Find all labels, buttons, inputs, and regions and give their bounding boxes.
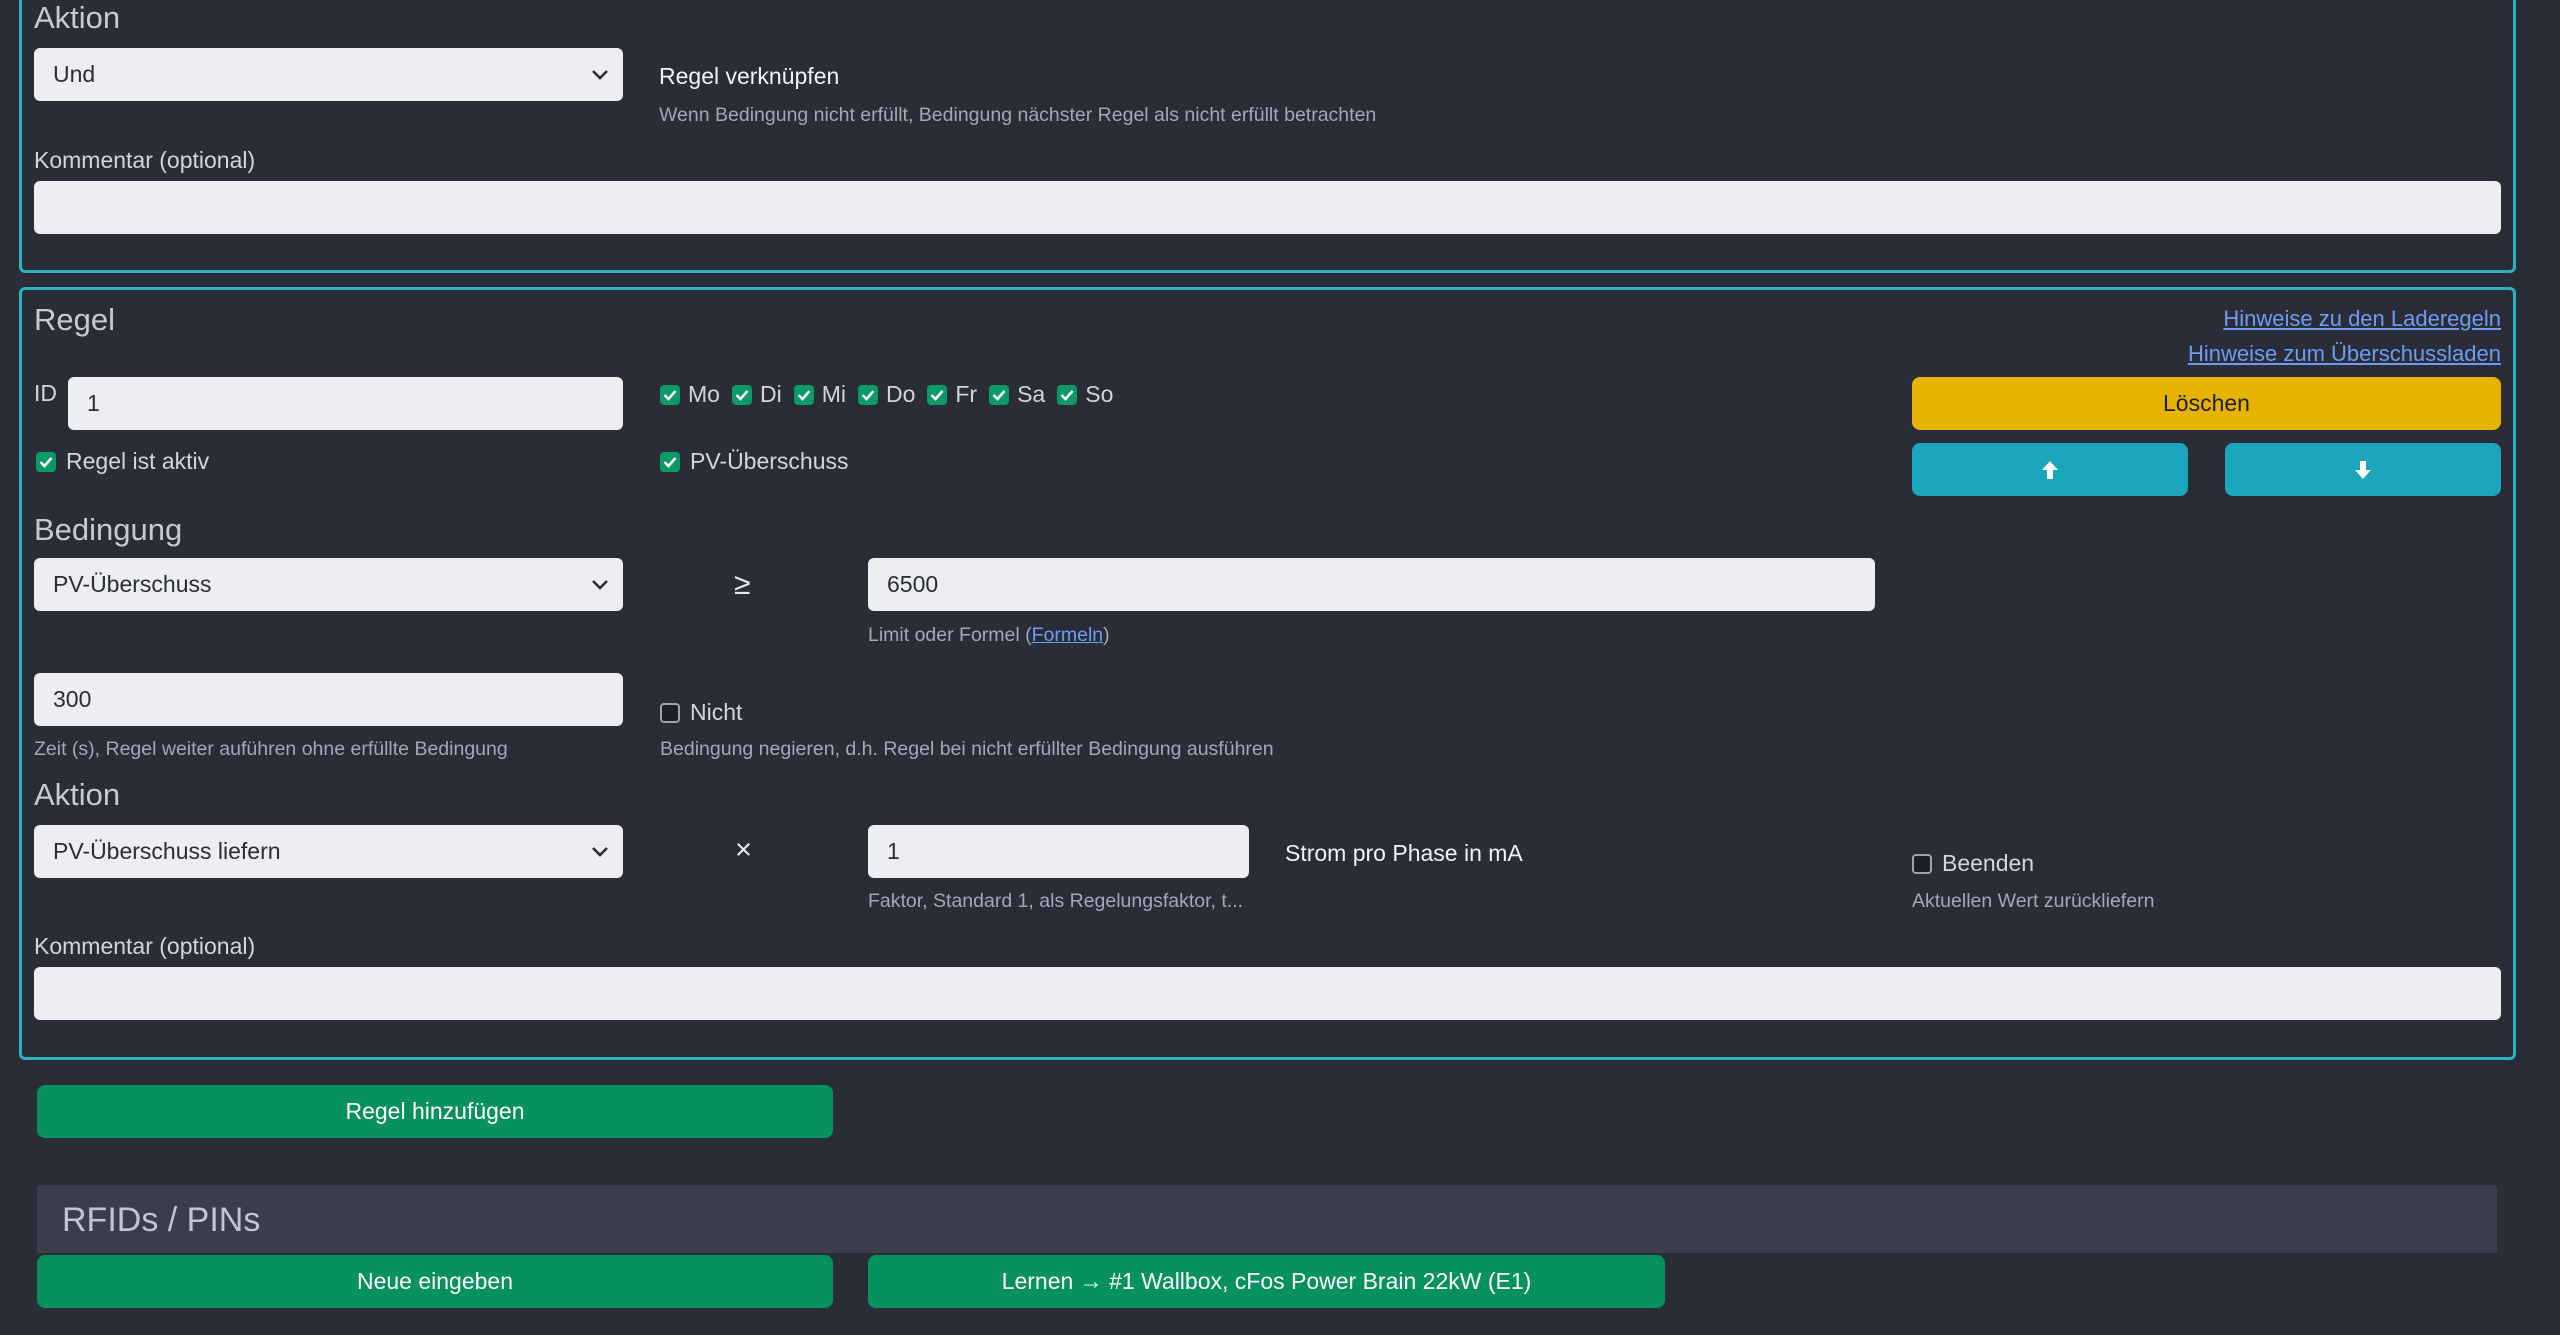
chevron-down-icon [592, 579, 608, 590]
weekday-checkboxes: Mo Di Mi Do Fr Sa So [660, 381, 1125, 408]
not-hint: Bedingung negieren, d.h. Regel bei nicht… [660, 738, 1274, 760]
checkbox-unchecked-icon[interactable] [1912, 853, 1932, 874]
weekday-fr[interactable]: Fr [927, 381, 977, 408]
checkbox-checked-icon[interactable] [36, 451, 56, 472]
condition-select-value: PV-Überschuss [53, 571, 212, 597]
link-operator-select[interactable]: Und [34, 48, 623, 101]
limit-input[interactable]: 6500 [868, 558, 1875, 611]
top-comment-label: Kommentar (optional) [34, 147, 256, 173]
weekday-so[interactable]: So [1057, 381, 1113, 408]
checkbox-checked-icon[interactable] [927, 384, 948, 405]
add-rule-button[interactable]: Regel hinzufügen [37, 1085, 833, 1138]
enter-new-button[interactable]: Neue eingeben [37, 1255, 833, 1308]
rule-id-input[interactable]: 1 [68, 377, 623, 430]
rule-heading: Regel [34, 302, 115, 337]
end-checkbox[interactable]: Beenden [1912, 850, 2034, 877]
checkbox-checked-icon[interactable] [660, 451, 680, 472]
not-checkbox[interactable]: Nicht [660, 699, 742, 726]
checkbox-checked-icon[interactable] [731, 384, 752, 405]
weekday-di[interactable]: Di [731, 381, 782, 408]
limit-hint: Limit oder Formel (Formeln) [868, 624, 1110, 646]
checkbox-unchecked-icon[interactable] [660, 702, 680, 723]
rule-comment-label: Kommentar (optional) [34, 933, 256, 959]
rule-active-checkbox[interactable]: Regel ist aktiv [36, 448, 209, 475]
action-select[interactable]: PV-Überschuss liefern [34, 825, 623, 878]
top-comment-input[interactable] [34, 181, 2501, 234]
time-value: 300 [53, 686, 92, 712]
factor-hint: Faktor, Standard 1, als Regelungsfaktor,… [868, 890, 1244, 912]
weekday-mo[interactable]: Mo [660, 381, 720, 408]
link-rule-hint: Wenn Bedingung nicht erfüllt, Bedingung … [659, 104, 1377, 126]
weekday-sa[interactable]: Sa [989, 381, 1045, 408]
arrow-up-icon [2042, 460, 2058, 479]
limit-value: 6500 [887, 571, 939, 597]
action-operator: × [735, 834, 752, 866]
help-link-charging-rules[interactable]: Hinweise zu den Laderegeln [2223, 306, 2501, 332]
end-hint: Aktuellen Wert zurückliefern [1912, 890, 2155, 912]
action-heading: Aktion [34, 777, 121, 812]
rfid-header-bar [37, 1185, 2497, 1253]
id-label: ID [34, 380, 57, 406]
condition-heading: Bedingung [34, 512, 183, 547]
formulas-link[interactable]: Formeln [1032, 624, 1104, 646]
move-down-button[interactable] [2225, 443, 2501, 496]
top-action-heading: Aktion [34, 0, 121, 35]
unit-label: Strom pro Phase in mA [1285, 840, 1523, 866]
move-up-button[interactable] [1912, 443, 2188, 496]
factor-value: 1 [887, 838, 900, 864]
time-input[interactable]: 300 [34, 673, 623, 726]
chevron-down-icon [592, 69, 608, 80]
delete-button[interactable]: Löschen [1912, 377, 2501, 430]
weekday-do[interactable]: Do [857, 381, 915, 408]
rule-id-value: 1 [87, 390, 100, 416]
checkbox-checked-icon[interactable] [989, 384, 1010, 405]
condition-select[interactable]: PV-Überschuss [34, 558, 623, 611]
pv-surplus-checkbox[interactable]: PV-Überschuss [660, 448, 849, 475]
arrow-down-icon [2355, 460, 2371, 479]
link-operator-value: Und [53, 61, 96, 87]
rule-comment-input[interactable] [34, 967, 2501, 1020]
weekday-mi[interactable]: Mi [793, 381, 846, 408]
rfid-heading: RFIDs / PINs [62, 1201, 261, 1239]
checkbox-checked-icon[interactable] [660, 384, 680, 405]
time-hint: Zeit (s), Regel weiter auführen ohne erf… [34, 738, 508, 760]
help-link-surplus-charging[interactable]: Hinweise zum Überschussladen [2188, 341, 2501, 367]
checkbox-checked-icon[interactable] [1057, 384, 1078, 405]
learn-button[interactable]: Lernen → #1 Wallbox, cFos Power Brain 22… [868, 1255, 1665, 1308]
action-select-value: PV-Überschuss liefern [53, 838, 281, 864]
checkbox-checked-icon[interactable] [857, 384, 878, 405]
condition-operator: ≥ [734, 568, 751, 601]
link-rule-label: Regel verknüpfen [659, 63, 840, 89]
chevron-down-icon [592, 846, 608, 857]
factor-input[interactable]: 1 [868, 825, 1249, 878]
checkbox-checked-icon[interactable] [793, 384, 814, 405]
